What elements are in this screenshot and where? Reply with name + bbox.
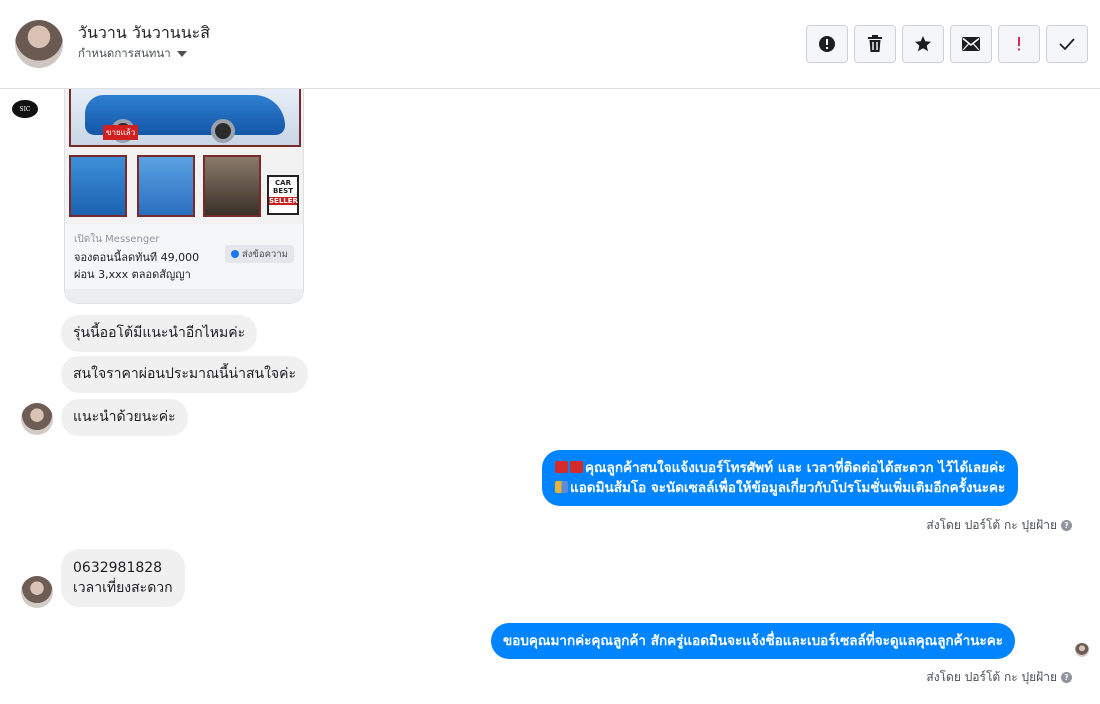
seen-avatar — [1075, 643, 1089, 657]
send-message-button[interactable]: ส่งข้อความ — [225, 245, 294, 263]
sent-by-label: ส่งโดย ปอร์โต้ กะ ปุยฝ้าย ? — [926, 668, 1072, 687]
car-advert-image: ขายแล้ว CAR BEST SELLER — [65, 89, 303, 224]
schedule-conversation-label: กำหนดการสนทนา — [78, 46, 171, 60]
message-text: เวลาเที่ยงสะดวก — [73, 580, 173, 596]
incoming-message[interactable]: รุ่นนี้ออโต้มีแนะนำอีกไหมค่ะ — [61, 315, 258, 352]
trash-icon — [868, 35, 882, 52]
contact-avatar[interactable] — [15, 20, 63, 68]
car-wheel-rear — [211, 119, 235, 143]
envelope-icon — [962, 37, 980, 51]
car-hero-photo: ขายแล้ว — [69, 89, 301, 147]
card-footer: เปิดใน Messenger จองตอนนี้ลดทันที 49,000… — [65, 224, 303, 289]
star-button[interactable] — [902, 25, 944, 63]
telephone-emoji-icon — [555, 461, 568, 473]
messenger-icon — [231, 250, 239, 258]
mark-spam-button[interactable] — [998, 25, 1040, 63]
contact-name[interactable]: วันวาน วันวานนะสิ — [78, 21, 210, 46]
outgoing-message[interactable]: คุณลูกค้าสนใจแจ้งเบอร์โทรศัพท์ และ เวลาท… — [542, 450, 1019, 506]
message-line: แอดมินส้มโอ จะนัดเซลล์เพื่อให้ข้อมูลเกี่… — [555, 478, 1005, 498]
incoming-message[interactable]: สนใจราคาผ่อนประมาณนี้น่าสนใจค่ะ — [61, 356, 308, 393]
page-logo: SIC — [12, 100, 38, 118]
alert-circle-icon — [819, 36, 835, 52]
contact-avatar-small — [21, 403, 53, 435]
conversation-header: วันวาน วันวานนะสิ กำหนดการสนทนา — [0, 0, 1100, 89]
exclamation-icon — [1018, 37, 1020, 51]
badge-line-mid: BEST — [273, 187, 293, 195]
sent-by-text: ส่งโดย ปอร์โต้ กะ ปุยฝ้าย — [926, 518, 1057, 532]
help-icon[interactable]: ? — [1061, 520, 1072, 531]
car-best-seller-badge: CAR BEST SELLER — [267, 175, 299, 215]
badge-line-bottom: SELLER — [269, 197, 298, 205]
send-message-label: ส่งข้อความ — [242, 248, 288, 260]
action-toolbar — [806, 25, 1088, 63]
outgoing-message[interactable]: ขอบคุณมากค่ะคุณลูกค้า สักครู่แอดมินจะแจ้… — [491, 623, 1016, 659]
incoming-message[interactable]: 0632981828 เวลาเที่ยงสะดวก — [61, 549, 185, 607]
card-source: เปิดใน Messenger — [74, 234, 160, 245]
message-line: คุณลูกค้าสนใจแจ้งเบอร์โทรศัพท์ และ เวลาท… — [555, 458, 1005, 478]
message-line-text: แอดมินส้มโอ จะนัดเซลล์เพื่อให้ข้อมูลเกี่… — [570, 480, 1006, 496]
sold-tag: ขายแล้ว — [103, 125, 139, 140]
help-icon[interactable]: ? — [1061, 672, 1072, 683]
sent-by-text: ส่งโดย ปอร์โต้ กะ ปุยฝ้าย — [926, 670, 1057, 684]
caret-down-icon — [176, 51, 187, 57]
people-emoji-icon — [555, 481, 568, 493]
telephone-emoji-icon — [570, 461, 583, 473]
sent-by-label: ส่งโดย ปอร์โต้ กะ ปุยฝ้าย ? — [926, 516, 1072, 535]
alert-circle-button[interactable] — [806, 25, 848, 63]
card-title-line2: ผ่อน 3,xxx ตลอดสัญญา — [74, 268, 191, 281]
badge-line-top: CAR — [275, 179, 291, 187]
message-text: แนะนำด้วยนะค่ะ — [73, 409, 176, 425]
schedule-conversation-dropdown[interactable]: กำหนดการสนทนา — [78, 45, 187, 63]
delete-button[interactable] — [854, 25, 896, 63]
incoming-message[interactable]: แนะนำด้วยนะค่ะ — [61, 399, 188, 436]
car-thumb-front — [69, 155, 127, 217]
car-thumb-side — [137, 155, 195, 217]
checkmark-icon — [1059, 38, 1075, 51]
mark-done-button[interactable] — [1046, 25, 1088, 63]
contact-avatar-small — [21, 576, 53, 608]
shared-ad-card[interactable]: ขายแล้ว CAR BEST SELLER เปิดใน Messenger… — [64, 89, 304, 304]
phone-number-text: 0632981828 — [73, 560, 163, 576]
message-text: สนใจราคาผ่อนประมาณนี้น่าสนใจค่ะ — [73, 366, 296, 382]
card-bottom-bar — [65, 289, 303, 303]
car-thumb-interior — [203, 155, 261, 217]
card-title-line1: จองตอนนี้ลดทันที 49,000 — [74, 251, 200, 264]
message-text: รุ่นนี้ออโต้มีแนะนำอีกไหมค่ะ — [73, 325, 246, 341]
message-line-text: คุณลูกค้าสนใจแจ้งเบอร์โทรศัพท์ และ เวลาท… — [585, 460, 1006, 476]
message-text: ขอบคุณมากค่ะคุณลูกค้า สักครู่แอดมินจะแจ้… — [503, 633, 1004, 649]
mark-unread-button[interactable] — [950, 25, 992, 63]
star-icon — [915, 36, 931, 52]
